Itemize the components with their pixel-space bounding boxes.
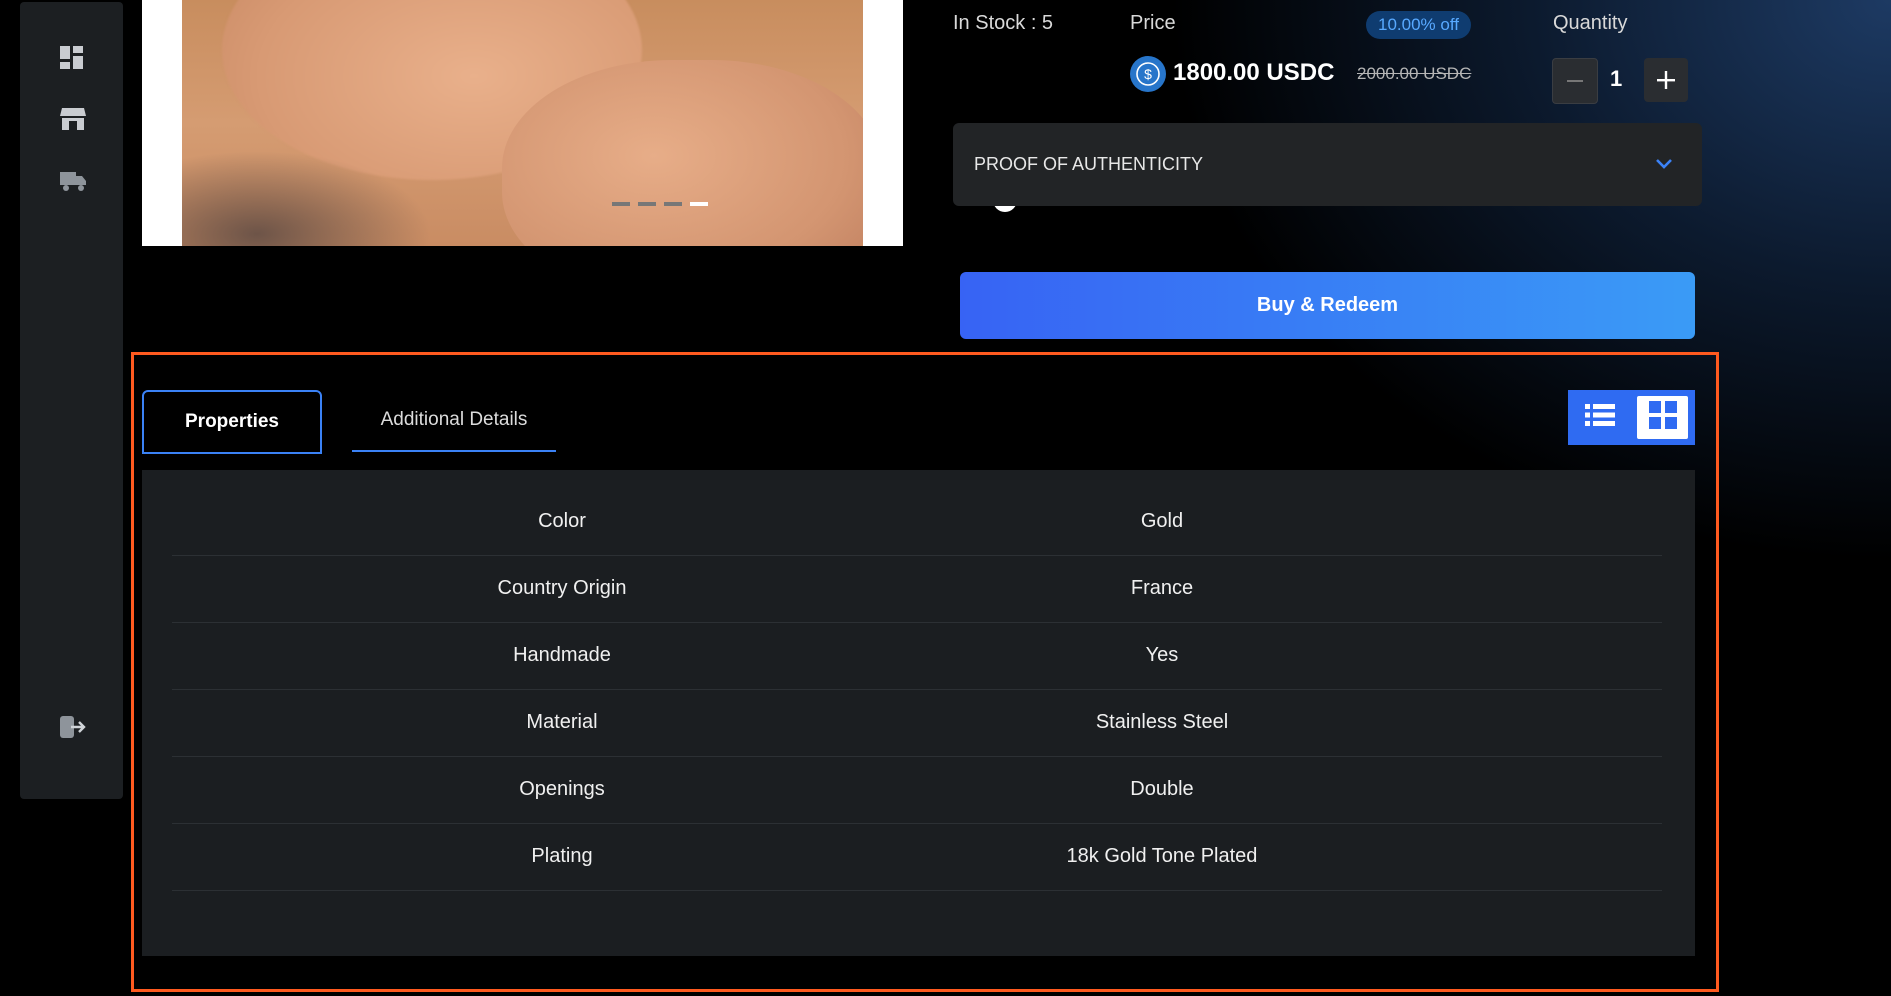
- original-price: 2000.00 USDC: [1357, 64, 1472, 83]
- product-image-card: [142, 0, 1017, 246]
- store-icon[interactable]: [59, 106, 86, 132]
- list-view-icon: [1584, 401, 1616, 434]
- svg-text:$: $: [1144, 66, 1152, 82]
- property-value: Yes: [1145, 644, 1179, 666]
- property-row: Material Stainless Steel: [172, 689, 1662, 757]
- grid-view-icon: [1648, 400, 1678, 435]
- delivery-truck-icon[interactable]: [59, 168, 86, 194]
- discount-badge: 10.00% off: [1366, 11, 1471, 39]
- property-value: 18k Gold Tone Plated: [1066, 845, 1258, 867]
- property-row: Country Origin France: [172, 555, 1662, 623]
- property-row: Plating 18k Gold Tone Plated: [172, 823, 1662, 891]
- dashboard-icon[interactable]: [59, 45, 85, 71]
- property-value: Double: [1130, 778, 1194, 800]
- accordion-label: PROOF OF AUTHENTICITY: [974, 154, 1204, 174]
- buy-and-redeem-button[interactable]: Buy & Redeem: [960, 272, 1695, 339]
- property-value: Stainless Steel: [1095, 711, 1229, 733]
- current-price: 1800.00 USDC: [1173, 59, 1335, 86]
- product-photo: [182, 0, 863, 246]
- tab-properties[interactable]: Properties: [142, 390, 322, 454]
- quantity-value: 1: [1610, 66, 1623, 91]
- chevron-down-icon: [1654, 153, 1674, 178]
- quantity-label: Quantity: [1553, 12, 1628, 34]
- carousel-dot[interactable]: [690, 202, 708, 206]
- carousel-dot[interactable]: [612, 202, 630, 206]
- tab-additional-details[interactable]: Additional Details: [352, 390, 556, 452]
- stock-count: In Stock : 5: [953, 12, 1054, 34]
- property-row: Color Gold: [172, 488, 1662, 556]
- view-mode-toggle: [1568, 390, 1695, 445]
- properties-table: Color Gold Country Origin France Handmade Yes…: [142, 470, 1695, 956]
- quantity-increment-button[interactable]: [1644, 58, 1688, 102]
- carousel-dot[interactable]: [638, 202, 656, 206]
- quantity-decrement-button[interactable]: [1552, 58, 1598, 104]
- property-value: France: [1130, 577, 1194, 599]
- price-label: Price: [1130, 12, 1176, 34]
- carousel-dot[interactable]: [664, 202, 682, 206]
- grid-view-button[interactable]: [1631, 390, 1694, 445]
- logout-icon[interactable]: [59, 714, 86, 740]
- list-view-button[interactable]: [1568, 390, 1631, 445]
- proof-of-authenticity-accordion[interactable]: PROOF OF AUTHENTICITY: [953, 123, 1702, 206]
- carousel-indicators: [612, 202, 708, 206]
- sidebar: [20, 2, 123, 799]
- usdc-icon: $: [1130, 56, 1166, 92]
- property-row: Openings Double: [172, 756, 1662, 824]
- property-row: Handmade Yes: [172, 622, 1662, 690]
- property-value: Gold: [1140, 510, 1184, 532]
